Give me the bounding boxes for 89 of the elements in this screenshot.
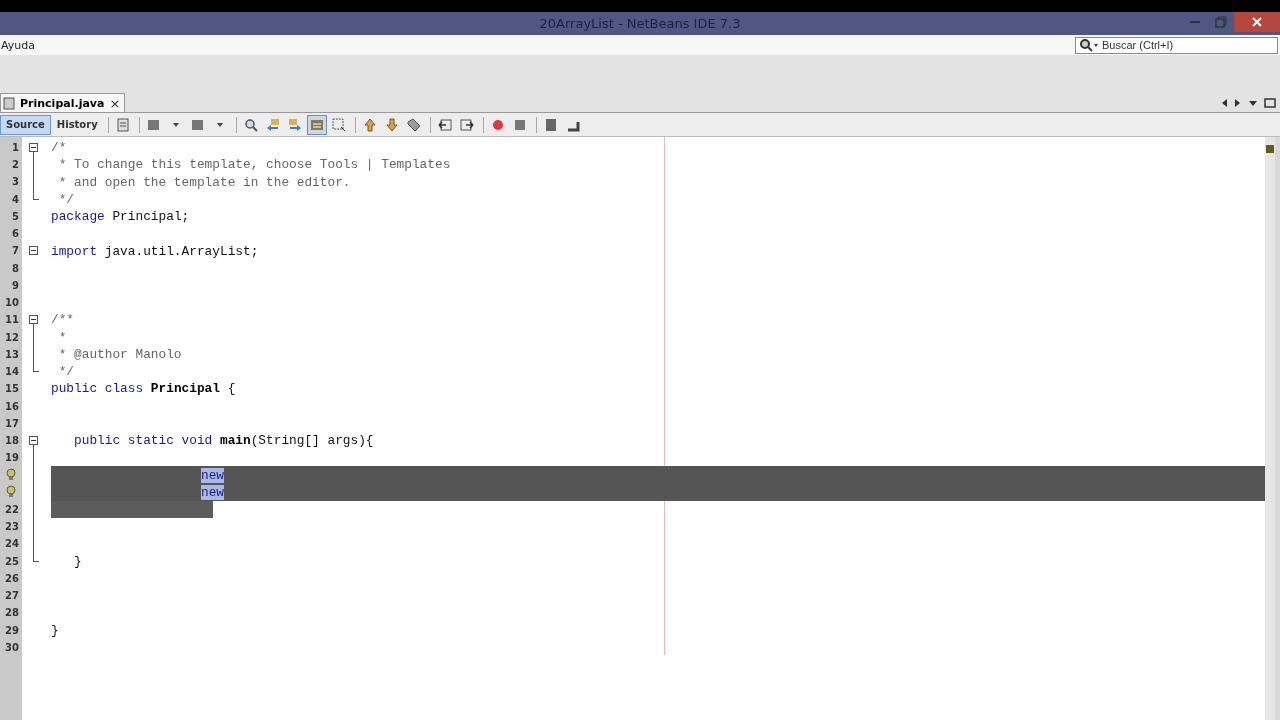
line-number: 4 — [11, 192, 20, 207]
search-input[interactable]: Buscar (Ctrl+I) — [1102, 39, 1277, 51]
code-line: public static void main(String[] args){ — [73, 433, 374, 449]
line-number: 6 — [11, 227, 20, 242]
line-number: 16 — [4, 399, 20, 414]
minus-icon — [31, 440, 36, 441]
minus-icon — [31, 319, 36, 321]
close-button[interactable] — [1234, 12, 1280, 32]
shift-right-icon — [459, 117, 474, 132]
fold-toggle[interactable] — [29, 246, 38, 256]
caret-icon — [172, 122, 179, 127]
menu-item[interactable]: Ayuda — [1, 38, 35, 52]
window-title: 20ArrayList - NetBeans IDE 7.3 — [539, 16, 741, 31]
minus-icon — [31, 147, 36, 148]
minus-icon — [31, 250, 36, 252]
scroll-right-icon — [1234, 97, 1242, 108]
code-line: } — [73, 553, 82, 569]
arrow-right-icon — [287, 117, 302, 132]
selection-icon — [331, 117, 346, 132]
line-number: 27 — [4, 589, 20, 604]
scroll-left-icon — [1220, 97, 1228, 108]
fold-toggle[interactable] — [29, 315, 38, 325]
line-number: 9 — [11, 278, 20, 293]
line-number: 19 — [4, 451, 20, 466]
line-number: 5 — [11, 209, 20, 224]
line-number: 1 — [11, 141, 20, 155]
line-number: 15 — [4, 382, 20, 397]
line-number: 17 — [4, 416, 20, 431]
line-number: 30 — [4, 640, 20, 655]
line-number: 18 — [4, 434, 20, 448]
caret-icon — [216, 122, 223, 127]
code-line: * and open the template in the editor. — [57, 174, 351, 190]
maximize-icon — [1264, 97, 1276, 108]
line-number: 7 — [11, 244, 20, 259]
code-line: /* — [51, 140, 67, 156]
highlight-icon — [309, 117, 324, 132]
shift-left-icon — [437, 117, 452, 132]
line-number: 25 — [4, 554, 20, 569]
line-number: 8 — [11, 261, 20, 276]
code-line: * @author Manolo — [57, 346, 182, 362]
square-icon — [190, 117, 205, 132]
line-number: 11 — [4, 313, 20, 328]
tab-label: Principal.java — [20, 96, 105, 110]
code-token: new — [201, 467, 225, 483]
code-line: */ — [57, 191, 75, 207]
toolbar-button[interactable] — [306, 114, 327, 135]
code-line: */ — [57, 364, 75, 380]
tab-close-button[interactable]: × — [109, 95, 121, 111]
line-number: 28 — [4, 606, 20, 621]
view-tab[interactable]: Source — [0, 114, 51, 135]
search-icon — [243, 117, 258, 132]
stop-icon — [512, 117, 527, 132]
code-token: new — [201, 484, 225, 500]
fold-toggle[interactable] — [29, 436, 38, 445]
arrow-left-icon — [265, 117, 280, 132]
code-line: * To change this template, choose Tools | Templates — [57, 157, 451, 173]
line-number: 10 — [4, 296, 20, 311]
view-tab[interactable]: History — [50, 114, 104, 135]
minimize-icon — [1190, 21, 1200, 23]
arrow-up-icon — [362, 117, 377, 132]
code-line: /** — [51, 312, 75, 328]
line-number: 29 — [4, 623, 20, 638]
line-number: 26 — [4, 571, 20, 586]
line-number: 12 — [4, 330, 20, 345]
search-icon — [1079, 38, 1099, 52]
code-line: package Principal; — [51, 209, 190, 225]
restore-icon — [1215, 16, 1227, 28]
code-line: import java.util.ArrayList; — [51, 243, 259, 259]
square-icon — [146, 117, 161, 132]
code-line: public class Principal { — [51, 381, 236, 397]
lightbulb-icon — [6, 467, 16, 481]
line-number: 24 — [4, 537, 20, 552]
line-number: 14 — [4, 365, 20, 380]
fold-toggle[interactable] — [29, 143, 38, 152]
file-tab[interactable]: Principal.java × — [0, 93, 126, 112]
line-number: 13 — [4, 347, 20, 362]
arrow-down-icon — [384, 117, 399, 132]
record-icon — [490, 117, 505, 132]
code-line: } — [51, 622, 59, 638]
tag-icon — [406, 117, 421, 132]
warning-mark-icon — [1266, 145, 1274, 153]
line-number: 3 — [11, 175, 20, 190]
close-icon — [1251, 16, 1263, 28]
line-number: 2 — [11, 158, 20, 173]
line-number: 22 — [4, 502, 20, 517]
code-line: * — [57, 329, 67, 345]
lightbulb-icon — [6, 484, 16, 498]
line-number: 23 — [4, 520, 20, 535]
search-field[interactable]: Buscar (Ctrl+I) — [1075, 36, 1278, 54]
